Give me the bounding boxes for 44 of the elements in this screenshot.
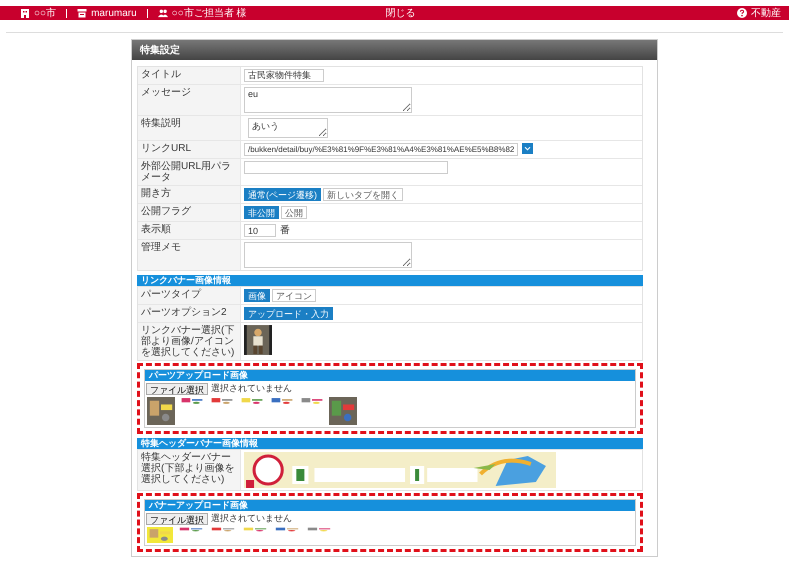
top-bar-text[interactable]: marumaru (91, 8, 137, 18)
field-label: 特集説明 (138, 116, 241, 140)
upload-header: バナーアップロード画像 (145, 500, 635, 511)
option-button[interactable]: 公開 (281, 206, 307, 219)
number-field[interactable]: 10 (244, 224, 276, 237)
field-label: リンクURL (138, 141, 241, 158)
top-bar-text[interactable]: ○○市 (34, 6, 56, 20)
upload-header: パーツアップロード画像 (145, 370, 635, 381)
file-select-button[interactable]: ファイル選択 (146, 382, 208, 394)
option-button[interactable]: アップロード・入力 (244, 307, 333, 320)
option-button[interactable]: アイコン (272, 289, 316, 302)
top-bar-text[interactable]: ○○市ご担当者 様 (172, 6, 247, 20)
file-select-button[interactable]: ファイル選択 (146, 512, 208, 524)
chevron-down-icon (524, 146, 532, 151)
people-icon (158, 8, 168, 18)
field-label: パーツオプション2 (138, 305, 241, 322)
option-button[interactable]: 画像 (244, 289, 270, 302)
text-field[interactable]: 古民家物件特集 (244, 69, 324, 82)
field-label: 外部公開URL用パラメータ (138, 159, 241, 185)
field-label: タイトル (138, 67, 241, 84)
option-button[interactable]: 非公開 (244, 206, 279, 219)
option-button[interactable]: 新しいタブを開く (323, 188, 403, 201)
section-header: 特集ヘッダーバナー画像情報 (137, 438, 643, 449)
field-label: メッセージ (138, 85, 241, 115)
unit-label: 番 (280, 224, 290, 237)
file-status: 選択されていません (211, 512, 292, 525)
panel-header: 特集設定 (132, 40, 657, 60)
field-label: 開き方 (138, 186, 241, 203)
dropdown-button[interactable] (522, 143, 534, 154)
text-area[interactable]: あいう (248, 118, 328, 138)
field-label: リンクバナー選択(下部より画像/アイコンを選択してください) (138, 323, 241, 360)
top-bar-text[interactable]: 不動産 (751, 6, 781, 20)
file-status: 選択されていません (211, 382, 292, 395)
field-label: パーツタイプ (138, 287, 241, 304)
field-label: 公開フラグ (138, 204, 241, 221)
section-header: リンクバナー画像情報 (137, 275, 643, 286)
field-label: 特集ヘッダーバナー選択(下部より画像を選択してください) (138, 450, 241, 490)
option-button[interactable]: 通常(ページ遷移) (244, 188, 321, 201)
text-field[interactable] (244, 161, 448, 174)
field-label: 管理メモ (138, 240, 241, 270)
field-label: 表示順 (138, 222, 241, 239)
close-link[interactable]: 閉じる (386, 6, 416, 20)
url-field[interactable]: /bukken/detail/buy/%E3%81%9F%E3%81%A4%E3%81%AE%E5%B8%82 (244, 143, 518, 156)
text-area[interactable]: eu (244, 87, 412, 113)
